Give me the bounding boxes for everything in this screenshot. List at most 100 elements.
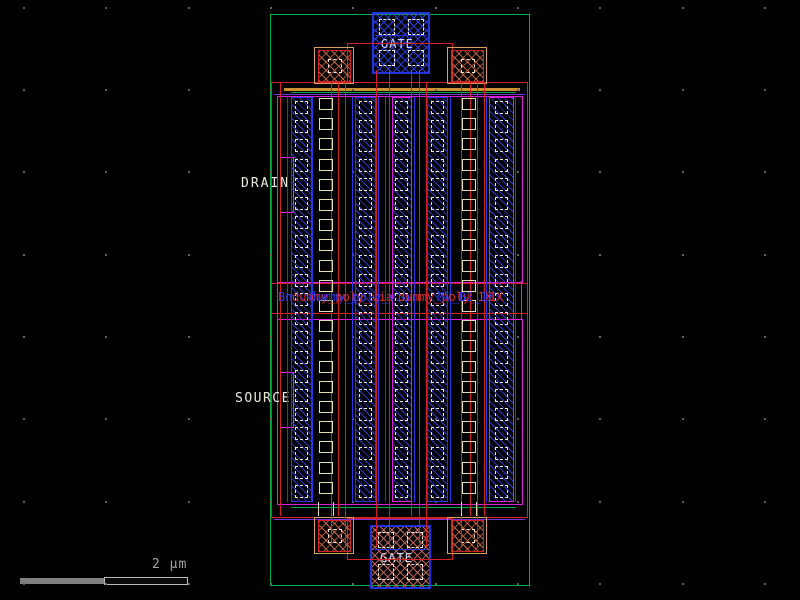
grid-dot [682,7,684,9]
open-contact-square [319,441,333,454]
contact-square [495,139,508,153]
grid-dot [270,89,272,91]
grid-dot [764,418,766,420]
grid-dot [188,89,190,91]
net-label[interactable]: Bn [278,290,292,304]
via-bottom-left[interactable] [318,520,351,552]
open-contact-square [462,441,476,454]
net-label[interactable]: MV_B2_1X [437,290,495,304]
contact-square [431,177,444,191]
open-contact-square [462,380,476,393]
open-contact-square [319,138,333,151]
grid-dot [105,418,107,420]
contact-square [395,427,408,441]
net-label[interactable]: 1X [489,290,503,304]
diffusion-line-top [291,92,516,93]
grid-dot [599,254,601,256]
contact-square [295,446,308,460]
grid-dot [764,89,766,91]
open-contact-square [319,360,333,373]
gate-pad-connector-line [419,70,420,82]
contact-square [395,139,408,153]
grid-dot [682,254,684,256]
contact-square [495,485,508,498]
contact-square [395,389,408,402]
net-label[interactable]: dummy_poly_via [309,290,410,304]
grid-dot [682,336,684,338]
open-contact-square [462,320,476,333]
contact-square [359,331,372,345]
contact-square [359,485,372,498]
contact-square [395,197,408,210]
grid-dot [270,171,272,173]
poly-connector-line [461,516,462,547]
open-contact-square [462,199,476,211]
open-contact-square [319,481,333,494]
contact-square [395,369,408,383]
contact-square [295,331,308,345]
gate-pad-connector-line [411,70,412,82]
grid-dot [352,89,354,91]
grid-dot [517,89,519,91]
open-contact-square [462,401,476,413]
grid-dot [105,583,107,585]
grid-dot [517,171,519,173]
open-contact-square [319,98,333,110]
grid-dot [270,254,272,256]
contact-square [395,350,408,364]
contact-square [295,101,308,114]
grid-dot [23,254,25,256]
contact-square [395,485,408,498]
grid-dot [188,583,190,585]
contact-square [495,158,508,172]
contact-square [359,235,372,249]
grid-dot [435,7,437,9]
grid-dot [188,418,190,420]
contact-square [431,235,444,249]
contact-square [431,485,444,498]
contact-square [495,331,508,345]
poly-connector-line [477,516,478,547]
grid-dot [270,336,272,338]
open-contact-square [462,178,476,191]
contact-square [395,177,408,191]
contact-square [359,120,372,134]
source-label[interactable]: SOURCE [235,392,291,405]
grid-dot [105,501,107,503]
grid-dot [105,7,107,9]
open-contact-square [319,421,333,434]
contact-square [359,273,372,287]
gate-pad-connector-line [376,70,377,82]
contact-column-tail [461,502,462,516]
grid-dot [764,7,766,9]
contact-square [395,120,408,134]
open-contact-square [462,360,476,373]
grid-dot [517,7,519,9]
contact-square [295,158,308,172]
contact-square [359,465,372,479]
grid-dot [599,171,601,173]
layout-canvas[interactable]: GATE GATE DRAIN SOURCE 2 μm Bn dummy_poly… [0,0,800,600]
contact-square [431,197,444,210]
contact-square [495,216,508,230]
grid-dot [188,171,190,173]
contact-square [431,408,444,422]
grid-dot [270,583,272,585]
contact-square [359,446,372,460]
grid-dot [682,89,684,91]
via-bottom-right[interactable] [451,520,484,552]
open-contact-square [319,219,333,232]
poly-connector-line [419,516,420,547]
drain-label[interactable]: DRAIN [241,177,290,190]
contact-square [495,120,508,134]
contact-square [495,101,508,114]
contact-column-tail [333,502,334,516]
grid-dot [352,7,354,9]
contact-square [431,312,444,326]
via-top-right[interactable] [451,50,484,82]
grid-dot [23,418,25,420]
open-contact-square [319,380,333,393]
via-top-left[interactable] [318,50,351,82]
open-contact-square [319,259,333,272]
contact-square [295,408,308,422]
